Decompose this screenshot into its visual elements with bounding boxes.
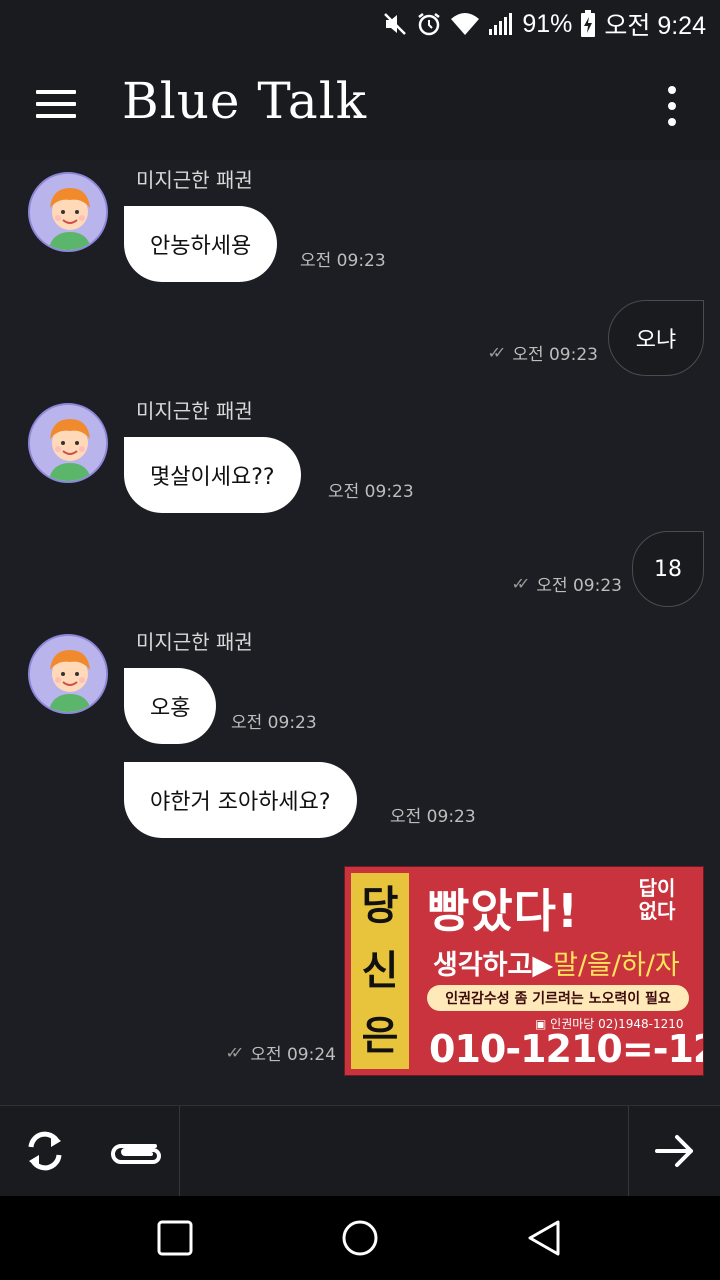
battery-percent: 91%	[522, 9, 573, 38]
hamburger-menu-icon[interactable]	[30, 84, 82, 124]
double-check-icon: ✓✓	[487, 343, 507, 362]
outgoing-time-row: ✓✓ 오전 09:23	[488, 340, 599, 365]
wifi-icon	[451, 13, 480, 35]
app-bar: Blue Talk	[0, 48, 720, 160]
sign-headline: 빵았다!	[427, 884, 579, 938]
status-bar: 91% 오전 9:24	[0, 0, 720, 48]
image-attachment[interactable]: 당 신 은 빵았다! 답이 없다 생각하고▶말/을/하/자 인권감수성 좀 기르…	[344, 866, 704, 1076]
alarm-icon	[418, 13, 441, 36]
incoming-message-bubble[interactable]: 오홍	[124, 668, 217, 744]
signal-icon	[489, 13, 513, 35]
sign-vertical-text: 당 신 은	[351, 873, 409, 1069]
more-vert-icon[interactable]	[660, 84, 684, 128]
refresh-icon[interactable]	[0, 1106, 90, 1196]
recents-square-icon[interactable]	[153, 1216, 197, 1260]
message-time: 오전 09:23	[300, 251, 386, 271]
incoming-message-bubble[interactable]: 안농하세용	[124, 206, 278, 282]
home-circle-icon[interactable]	[338, 1216, 382, 1260]
sender-name: 미지근한 패권	[136, 168, 253, 192]
message-time: 오전 09:23	[390, 807, 476, 827]
avatar[interactable]	[28, 172, 108, 252]
mute-icon	[384, 13, 407, 35]
app-title: Blue Talk	[122, 72, 367, 130]
double-check-icon: ✓✓	[225, 1043, 245, 1062]
send-arrow-icon[interactable]	[629, 1106, 720, 1196]
paperclip-icon[interactable]	[90, 1106, 180, 1196]
incoming-message-bubble[interactable]: 몇살이세요??	[124, 437, 301, 513]
message-time: 오전 09:23	[512, 345, 598, 365]
status-time: 오전 9:24	[604, 12, 706, 40]
sign-side-text: 답이 없다	[638, 876, 676, 923]
message-time: 오전 09:23	[231, 713, 317, 733]
outgoing-time-row: ✓✓ 오전 09:24	[226, 1040, 337, 1065]
message-input[interactable]	[180, 1106, 628, 1196]
message-time: 오전 09:23	[328, 482, 414, 502]
sender-name: 미지근한 패권	[136, 630, 253, 654]
input-bar	[0, 1105, 720, 1196]
message-time: 오전 09:23	[536, 576, 622, 596]
sign-phone: 010-1210=-1200	[429, 1027, 703, 1071]
chat-message-list[interactable]: 미지근한 패권 안농하세용 오전 09:23 ✓✓ 오전 09:23 오냐 미지…	[0, 160, 720, 1105]
outgoing-message-bubble[interactable]: 18	[632, 531, 704, 607]
sender-name: 미지근한 패권	[136, 399, 253, 423]
sign-line: 생각하고▶말/을/하/자	[433, 950, 680, 981]
avatar[interactable]	[28, 403, 108, 483]
outgoing-message-bubble[interactable]: 오냐	[608, 300, 704, 376]
sign-banner: 인권감수성 좀 기르려는 노오력이 필요	[427, 985, 689, 1011]
system-nav-bar	[0, 1196, 720, 1280]
back-triangle-icon[interactable]	[522, 1216, 566, 1260]
message-time: 오전 09:24	[250, 1045, 336, 1065]
double-check-icon: ✓✓	[511, 574, 531, 593]
battery-charging-icon	[581, 10, 596, 37]
incoming-message-bubble[interactable]: 야한거 조아하세요?	[124, 762, 357, 838]
outgoing-time-row: ✓✓ 오전 09:23	[512, 571, 623, 596]
avatar[interactable]	[28, 634, 108, 714]
